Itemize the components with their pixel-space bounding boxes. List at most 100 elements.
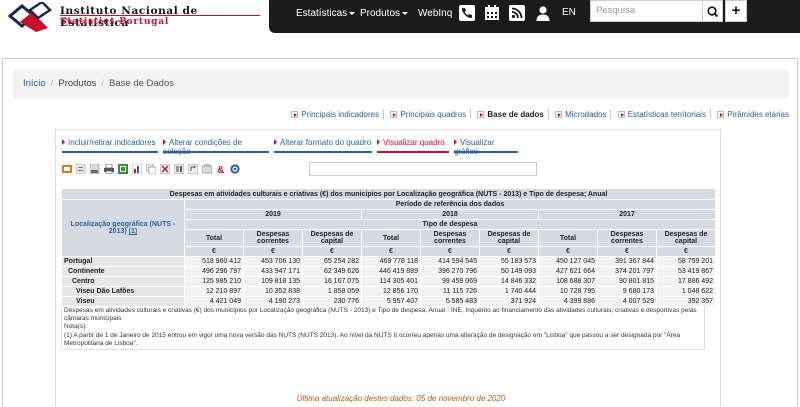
tab-label: Alterar condições de seleção: [163, 138, 242, 156]
search-icon: [707, 6, 719, 18]
plus-icon[interactable]: +: [725, 0, 747, 22]
table-cell: 392 357: [657, 297, 715, 306]
unit-cell: €: [362, 247, 420, 256]
subnav-label: Estatísticas territoriais: [627, 110, 706, 119]
arrow-right-icon: [377, 139, 380, 145]
nav-produtos[interactable]: Produtos: [360, 7, 409, 21]
chart-icon[interactable]: [132, 164, 142, 174]
nav-webinq[interactable]: WebInq: [418, 7, 452, 21]
table-cell: 1 858 059: [303, 287, 361, 296]
copy-icon[interactable]: [146, 164, 156, 174]
help-icon[interactable]: [230, 164, 240, 174]
year-header: 2019: [185, 210, 361, 219]
breadcrumb-separator: /: [101, 78, 105, 89]
user-icon[interactable]: [535, 5, 551, 21]
toolbar-text-field[interactable]: [309, 162, 537, 176]
table-cell: 16 167 075: [303, 277, 361, 286]
table-cell: 17 886 492: [657, 277, 715, 286]
subnav-base-de-dados[interactable]: Base de dados: [477, 110, 544, 119]
calendar-icon[interactable]: [484, 5, 500, 21]
row-label: Centro: [62, 277, 184, 286]
tab-incluir-retirar-indicadores[interactable]: Incluir/retirar indicadores: [62, 134, 158, 153]
row-label: Portugal: [62, 257, 184, 266]
tab-alterar-condicoes[interactable]: Alterar condições de seleção: [163, 134, 269, 156]
table-cell: 374 201 797: [598, 267, 656, 276]
divider: [470, 109, 472, 119]
site-header: Instituto Nacional de Estatística Statis…: [0, 0, 800, 36]
table-row: Viseu Dão Lafões 12 210 897 10 352 838 1 85…: [62, 287, 715, 296]
column-header: Despesas correntes: [244, 230, 302, 246]
tab-visualizar-quadro[interactable]: Visualizar quadro: [377, 134, 449, 153]
pdf-icon[interactable]: [90, 164, 100, 174]
table-row: Continente 496 296 797 433 947 171 62 349 6…: [62, 267, 715, 276]
subnav-label: Microdados: [565, 110, 607, 119]
arrow-right-icon: [274, 139, 277, 145]
divider: [383, 109, 385, 119]
phone-icon[interactable]: [459, 5, 475, 21]
hide-icon[interactable]: [174, 164, 184, 174]
table-title: Despesas em atividades culturais e criat…: [62, 189, 715, 199]
export-icon[interactable]: [118, 164, 128, 174]
arrow-right-icon: [717, 111, 725, 118]
metadata-icon[interactable]: [202, 164, 212, 174]
csv-icon[interactable]: [76, 164, 86, 174]
stub-note-link[interactable]: (1): [129, 228, 138, 235]
last-update-text: Última atualização destes dados: 05 de n…: [296, 394, 506, 403]
table-cell: 5 585 483: [421, 297, 479, 306]
table-toolbar: &: [62, 162, 537, 178]
nav-estatisticas[interactable]: Estatísticas: [296, 7, 356, 21]
search-input[interactable]: Pesquisa: [590, 0, 703, 22]
delete-icon[interactable]: [160, 164, 170, 174]
query-panel: Incluir/retirar indicadores Alterar cond…: [55, 129, 721, 407]
table-footnotes: Despesas em atividades culturais e criat…: [61, 306, 705, 351]
subnav-microdados[interactable]: Microdados: [555, 110, 606, 119]
subnav-label: Principais quadros: [400, 110, 467, 119]
tab-alterar-formato[interactable]: Alterar formato do quadro: [274, 134, 372, 153]
stub-header-label: Localização geográfica (NUTS - 2013): [70, 221, 176, 235]
row-label: Viseu Dão Lafões: [62, 287, 184, 296]
main-frame: Início / Produtos / Base de Dados Principais…: [2, 58, 798, 407]
subnav-piramides-etarias[interactable]: Pirâmides etárias: [717, 110, 789, 119]
rss-icon[interactable]: [509, 5, 525, 21]
column-header: Despesas correntes: [598, 230, 656, 246]
subnav-label: Base de dados: [487, 110, 544, 119]
breadcrumb-base-de-dados: Base de Dados: [109, 78, 174, 89]
arrow-right-icon: [617, 111, 625, 118]
subnav-label: Pirâmides etárias: [727, 110, 789, 119]
data-table-wrapper: Despesas em atividades culturais e criat…: [61, 188, 716, 351]
tab-visualizar-grafico[interactable]: Visualizar gráfico: [454, 134, 518, 156]
subnav-principais-quadros[interactable]: Principais quadros: [390, 110, 466, 119]
table-cell: 469 778 118: [362, 257, 420, 266]
excel-icon[interactable]: [62, 164, 72, 174]
table-cell: 371 924: [480, 297, 538, 306]
print-icon[interactable]: [104, 164, 114, 174]
table-cell: 62 349 626: [303, 267, 361, 276]
column-header: Despesas de capital: [480, 230, 538, 246]
table-cell: 4 421 049: [185, 297, 243, 306]
table-cell: 14 846 332: [480, 277, 538, 286]
rotate-icon[interactable]: [188, 164, 198, 174]
breadcrumb-produtos[interactable]: Produtos: [58, 78, 96, 89]
tab-label: Incluir/retirar indicadores: [68, 138, 156, 147]
table-cell: 10 352 838: [244, 287, 302, 296]
tab-label: Alterar formato do quadro: [280, 138, 372, 147]
arrow-right-icon: [291, 111, 299, 118]
subnav-principais-indicadores[interactable]: Principais indicadores: [291, 110, 379, 119]
ine-logo[interactable]: Instituto Nacional de Estatística Statis…: [8, 2, 268, 32]
table-cell: 518 960 412: [185, 257, 243, 266]
arrow-right-icon: [555, 111, 563, 118]
year-header: 2018: [362, 210, 538, 219]
link-icon[interactable]: &: [216, 164, 226, 174]
arrow-right-icon: [62, 139, 65, 145]
subnav-estatisticas-territoriais[interactable]: Estatísticas territoriais: [617, 110, 706, 119]
source-note: Despesas em atividades culturais e criat…: [64, 307, 697, 323]
language-switch[interactable]: EN: [562, 7, 576, 18]
table-row: Portugal 518 960 412 453 706 130 65 254 282…: [62, 257, 715, 266]
search-button[interactable]: [703, 0, 723, 22]
table-cell: 109 818 135: [244, 277, 302, 286]
breadcrumb-inicio[interactable]: Início: [23, 78, 46, 89]
period-header: Período de referência dos dados: [185, 200, 715, 209]
row-label: Viseu: [62, 297, 184, 306]
column-header: Despesas de capital: [657, 230, 715, 246]
row-label: Continente: [62, 267, 184, 276]
